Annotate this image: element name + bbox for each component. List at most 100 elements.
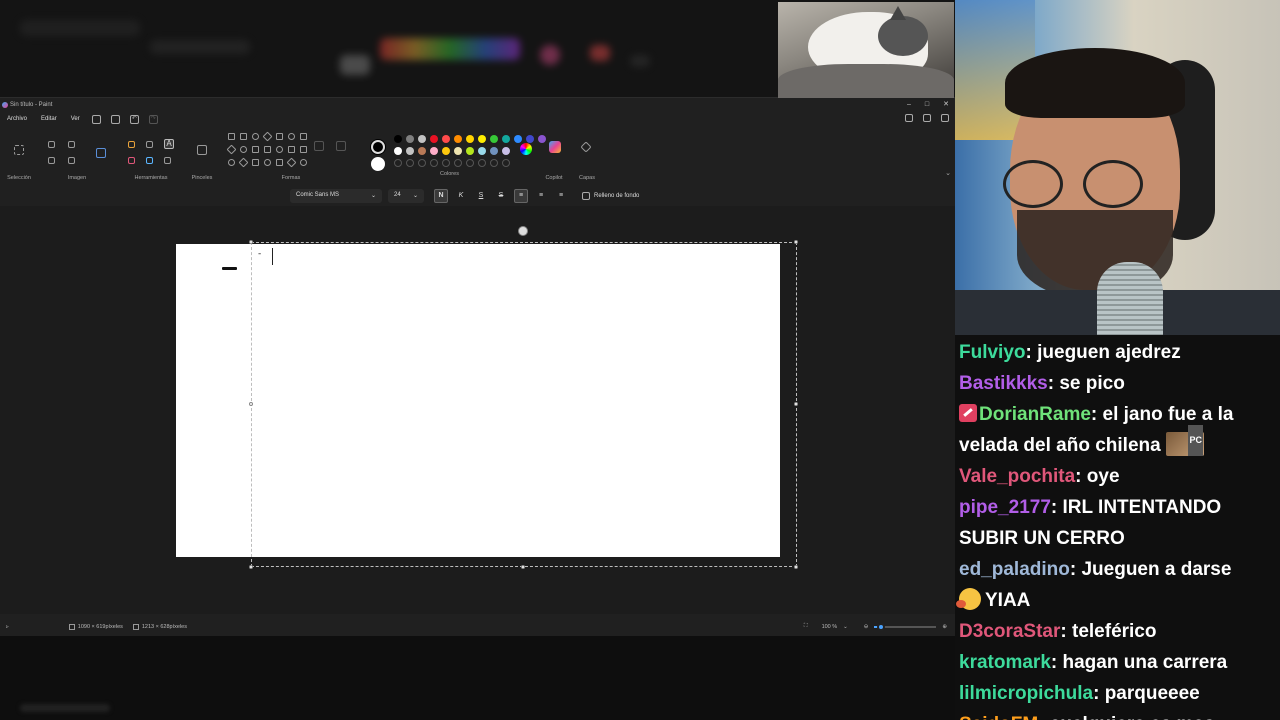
color-swatch[interactable]: [490, 147, 498, 155]
rotate-handle[interactable]: [518, 226, 528, 236]
color-swatch[interactable]: [466, 147, 474, 155]
shape-icon[interactable]: [252, 159, 259, 166]
italic-button[interactable]: K: [454, 189, 468, 203]
font-size-select[interactable]: 24 ⌄: [388, 189, 424, 203]
shape-icon[interactable]: [264, 159, 271, 166]
color-swatch[interactable]: [442, 147, 450, 155]
resize-handle[interactable]: [521, 565, 525, 569]
chat-username[interactable]: D3coraStar: [959, 621, 1060, 642]
select-icon[interactable]: [14, 145, 24, 155]
image-generator-icon[interactable]: [96, 148, 106, 158]
color-swatch[interactable]: [394, 135, 402, 143]
align-center-button[interactable]: ≡: [534, 189, 548, 203]
align-left-button[interactable]: ≡: [514, 189, 528, 203]
chat-username[interactable]: ed_paladino: [959, 559, 1070, 580]
shape-icon[interactable]: [274, 144, 285, 155]
text-box[interactable]: -: [251, 242, 797, 567]
shape-icon[interactable]: [240, 133, 247, 140]
background-fill-checkbox[interactable]: Relleno de fondo: [582, 192, 639, 200]
color-swatch[interactable]: [394, 147, 402, 155]
chat-username[interactable]: Fulviyo: [959, 342, 1026, 363]
zoom-level[interactable]: 100 %: [822, 624, 838, 630]
fill-shape-icon[interactable]: [336, 141, 346, 151]
custom-color-slot[interactable]: [430, 159, 438, 167]
zoom-out-icon[interactable]: ⊖: [864, 624, 869, 630]
maximize-button[interactable]: □: [925, 98, 929, 111]
strikethrough-button[interactable]: S: [494, 189, 508, 203]
color-swatch[interactable]: [406, 135, 414, 143]
custom-color-slot[interactable]: [478, 159, 486, 167]
secondary-color-swatch[interactable]: [371, 157, 385, 171]
shape-icon[interactable]: [252, 146, 259, 153]
copilot-icon[interactable]: [549, 141, 561, 153]
resize-handle[interactable]: [794, 240, 798, 244]
color-swatch[interactable]: [418, 135, 426, 143]
menu-ver[interactable]: Ver: [64, 116, 87, 122]
shape-icon[interactable]: [288, 133, 295, 140]
color-swatch[interactable]: [454, 147, 462, 155]
align-right-button[interactable]: ≡: [554, 189, 568, 203]
color-swatch[interactable]: [502, 135, 510, 143]
shape-icon[interactable]: [240, 146, 247, 153]
save-icon[interactable]: [91, 114, 101, 124]
custom-color-slot[interactable]: [466, 159, 474, 167]
custom-color-slot[interactable]: [442, 159, 450, 167]
shape-icon[interactable]: [238, 157, 249, 168]
outline-icon[interactable]: [314, 141, 324, 151]
shape-icon[interactable]: [228, 133, 235, 140]
zoom-slider[interactable]: [874, 622, 937, 631]
redo-icon[interactable]: ↷: [148, 114, 158, 124]
chat-username[interactable]: DorianRame: [979, 404, 1091, 425]
color-swatch[interactable]: [418, 147, 426, 155]
menu-archivo[interactable]: Archivo: [0, 116, 34, 122]
underline-button[interactable]: S: [474, 189, 488, 203]
chat-username[interactable]: Vale_pochita: [959, 466, 1075, 487]
zoom-in-icon[interactable]: ⊕: [942, 624, 947, 630]
resize-handle[interactable]: [794, 565, 798, 569]
shape-icon[interactable]: [300, 159, 307, 166]
resize-handle[interactable]: [249, 240, 253, 244]
color-swatch[interactable]: [406, 147, 414, 155]
menu-editar[interactable]: Editar: [34, 116, 64, 122]
bold-button[interactable]: N: [434, 189, 448, 203]
color-picker-icon[interactable]: [146, 157, 153, 164]
flip-icon[interactable]: [68, 157, 75, 164]
resize-handle[interactable]: [249, 565, 253, 569]
shape-icon[interactable]: [276, 133, 283, 140]
color-swatch[interactable]: [526, 135, 534, 143]
color-swatch[interactable]: [514, 135, 522, 143]
shape-icon[interactable]: [226, 144, 237, 155]
custom-color-slot[interactable]: [406, 159, 414, 167]
primary-color-swatch[interactable]: [371, 140, 385, 154]
resize-icon[interactable]: [68, 141, 75, 148]
custom-color-slot[interactable]: [502, 159, 510, 167]
shape-icon[interactable]: [264, 146, 271, 153]
color-swatch[interactable]: [502, 147, 510, 155]
pencil-icon[interactable]: [128, 141, 135, 148]
color-swatch[interactable]: [490, 135, 498, 143]
shape-icon[interactable]: [262, 131, 273, 142]
custom-color-slot[interactable]: [394, 159, 402, 167]
shape-icon[interactable]: [252, 133, 259, 140]
minimize-button[interactable]: –: [907, 98, 911, 111]
crop-icon[interactable]: [48, 141, 55, 148]
custom-color-slot[interactable]: [454, 159, 462, 167]
close-button[interactable]: ✕: [943, 98, 949, 111]
color-swatch[interactable]: [478, 135, 486, 143]
undo-icon[interactable]: ↶: [129, 114, 139, 124]
share-icon[interactable]: [905, 114, 913, 122]
shape-icon[interactable]: [300, 133, 307, 140]
chat-username[interactable]: Bastikkks: [959, 373, 1048, 394]
color-swatch[interactable]: [478, 147, 486, 155]
font-family-select[interactable]: Comic Sans MS ⌄: [290, 189, 382, 203]
resize-handle[interactable]: [249, 402, 253, 406]
resize-handle[interactable]: [794, 402, 798, 406]
print-icon[interactable]: [110, 114, 120, 124]
shape-icon[interactable]: [276, 159, 283, 166]
fill-icon[interactable]: [146, 141, 153, 148]
color-swatch[interactable]: [430, 135, 438, 143]
rotate-icon[interactable]: [48, 157, 55, 164]
chevron-down-icon[interactable]: ⌄: [843, 624, 848, 630]
custom-color-slot[interactable]: [490, 159, 498, 167]
edit-colors-icon[interactable]: [520, 143, 532, 155]
